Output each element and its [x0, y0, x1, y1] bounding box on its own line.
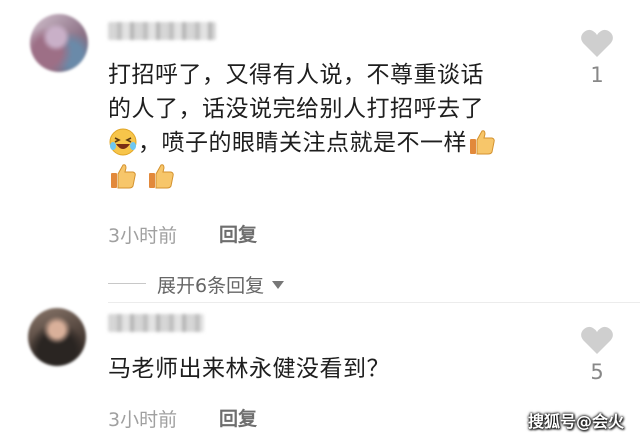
user-avatar[interactable]	[30, 14, 88, 72]
comment-line: 的人了，话没说完给别人打招呼去了	[108, 96, 484, 122]
laughing-tears-emoji	[109, 128, 137, 156]
comment-line-text: ，喷子的眼睛关注点就是不一样	[138, 130, 467, 156]
like-count: 5	[590, 360, 604, 384]
reply-button[interactable]: 回复	[219, 404, 257, 431]
expand-divider	[108, 283, 146, 284]
like-count: 1	[590, 63, 604, 87]
watermark: 搜狐号@会火	[528, 412, 625, 431]
comment-divider	[108, 302, 640, 303]
reply-button[interactable]: 回复	[219, 220, 257, 247]
comment-text: 打招呼了，又得有人说，不尊重谈话 的人了，话没说完给别人打招呼去了 ，喷子的眼睛…	[108, 58, 553, 194]
caret-down-icon	[272, 280, 285, 289]
like-heart-icon[interactable]	[580, 325, 614, 355]
username-blurred[interactable]	[108, 314, 204, 332]
thumbs-up-emoji	[470, 130, 495, 155]
username-blurred[interactable]	[108, 22, 216, 40]
comment-text: 马老师出来林永健没看到？	[108, 356, 390, 382]
expand-replies-label: 展开6条回复	[157, 275, 265, 297]
thumbs-up-emoji	[111, 164, 136, 189]
comment-line: ，喷子的眼睛关注点就是不一样	[108, 126, 553, 160]
comment-line: 打招呼了，又得有人说，不尊重谈话	[108, 62, 484, 88]
like-heart-icon[interactable]	[580, 28, 614, 58]
user-avatar[interactable]	[28, 308, 86, 366]
expand-replies-button[interactable]: 展开6条回复	[157, 271, 285, 298]
thumbs-up-emoji	[148, 164, 174, 189]
comment-line	[108, 160, 553, 194]
comment-timestamp: 3小时前	[108, 225, 178, 247]
comment-timestamp: 3小时前	[108, 409, 178, 431]
